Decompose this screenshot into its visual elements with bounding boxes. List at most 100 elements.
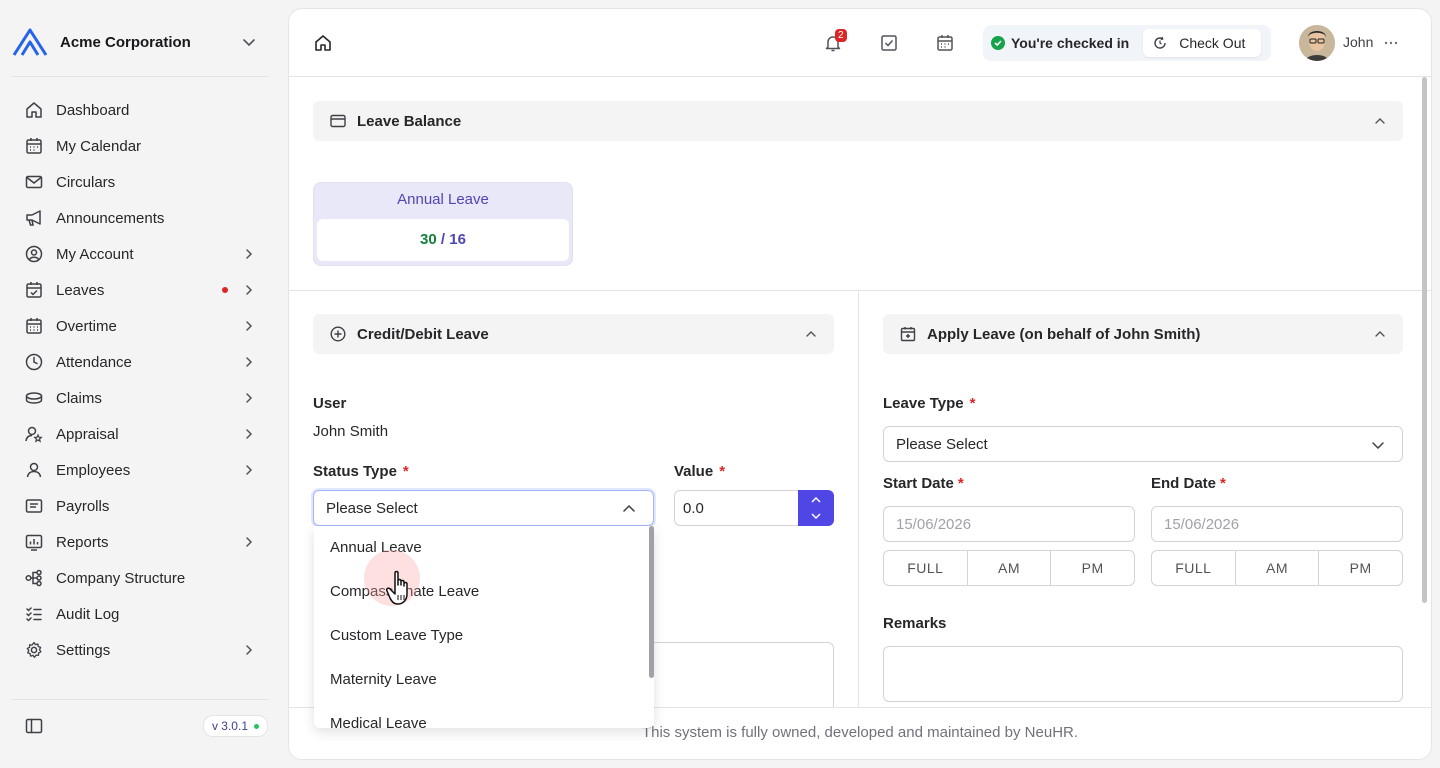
mail-icon [24, 172, 44, 192]
dropdown-option[interactable]: Maternity Leave [314, 658, 654, 702]
main-scrollbar[interactable] [1422, 77, 1427, 603]
sidebar-footer: v 3.0.1 [14, 708, 268, 744]
end-date-input[interactable]: 15/06/2026 [1151, 506, 1403, 542]
apply-leave-header[interactable]: Apply Leave (on behalf of John Smith) [883, 314, 1403, 354]
sidebar-item-announcements[interactable]: Announcements [14, 200, 268, 236]
leave-card-title: Annual Leave [397, 191, 489, 208]
calendar-clock-icon [24, 316, 44, 336]
credit-debit-header[interactable]: Credit/Debit Leave [313, 314, 834, 354]
start-full-option[interactable]: FULL [884, 551, 968, 585]
sidebar-item-circulars[interactable]: Circulars [14, 164, 268, 200]
chevron-up-icon [1375, 331, 1385, 337]
sidebar-item-label: Circulars [56, 173, 116, 191]
checkin-status-text: You're checked in [1011, 35, 1130, 51]
user-star-icon [24, 424, 44, 444]
leave-used: 30 [420, 231, 437, 248]
remarks-textarea[interactable] [883, 646, 1403, 702]
sidebar-nav: Dashboard My Calendar Circulars Announce… [14, 92, 268, 668]
leave-type-value: Please Select [896, 435, 988, 453]
sidebar-item-label: Overtime [56, 317, 117, 335]
sidebar-item-company-structure[interactable]: Company Structure [14, 560, 268, 596]
start-day-part-toggle: FULL AM PM [883, 550, 1135, 586]
megaphone-icon [24, 208, 44, 228]
wallet-icon [330, 114, 346, 128]
home-icon [24, 100, 44, 120]
chevron-right-icon [246, 249, 253, 259]
sidebar-toggle-icon[interactable] [24, 716, 44, 736]
chevron-down-icon [1372, 442, 1384, 450]
refresh-clock-icon [1154, 36, 1166, 49]
calendar-icon [24, 136, 44, 156]
sidebar: Acme Corporation Dashboard My Calendar C… [0, 0, 280, 768]
sidebar-item-label: Reports [56, 533, 109, 551]
sidebar-item-label: My Account [56, 245, 134, 263]
start-pm-option[interactable]: PM [1051, 551, 1134, 585]
sidebar-item-dashboard[interactable]: Dashboard [14, 92, 268, 128]
leave-type-label-text: Leave Type [883, 395, 964, 412]
required-mark: * [969, 395, 976, 412]
end-am-option[interactable]: AM [1236, 551, 1320, 585]
main-content: 2 You're checked in Check Out John Leave… [288, 8, 1432, 760]
dropdown-option[interactable]: Custom Leave Type [314, 614, 654, 658]
value-input[interactable]: 0.0 [674, 490, 800, 526]
start-date-input[interactable]: 15/06/2026 [883, 506, 1135, 542]
start-am-option[interactable]: AM [968, 551, 1052, 585]
value-stepper[interactable] [798, 490, 834, 526]
leave-balance-header[interactable]: Leave Balance [313, 101, 1403, 141]
home-icon[interactable] [313, 33, 333, 53]
status-type-dropdown: Annual Leave Compassionate Leave Custom … [314, 526, 654, 728]
more-options-icon[interactable] [1381, 33, 1401, 53]
sidebar-item-audit-log[interactable]: Audit Log [14, 596, 268, 632]
sidebar-item-overtime[interactable]: Overtime [14, 308, 268, 344]
sidebar-item-label: Payrolls [56, 497, 110, 515]
sidebar-item-reports[interactable]: Reports [14, 524, 268, 560]
chevron-up-icon [623, 504, 635, 512]
start-date-label: Start Date * [883, 475, 964, 492]
sidebar-item-appraisal[interactable]: Appraisal [14, 416, 268, 452]
status-type-select[interactable]: Please Select [313, 490, 654, 526]
sidebar-item-label: Employees [56, 461, 131, 479]
leave-balance-title: Leave Balance [357, 112, 462, 130]
chevron-down-icon[interactable] [240, 33, 258, 51]
user-avatar-icon [1299, 25, 1335, 61]
coins-icon [24, 388, 44, 408]
check-out-button[interactable]: Check Out [1143, 29, 1262, 57]
sidebar-item-employees[interactable]: Employees [14, 452, 268, 488]
leave-separator: / [436, 231, 450, 248]
plus-circle-icon [330, 326, 346, 342]
dropdown-option[interactable]: Medical Leave [314, 702, 654, 728]
status-dot [254, 723, 259, 729]
leave-type-select[interactable]: Please Select [883, 426, 1403, 462]
dropdown-scrollbar[interactable] [649, 526, 654, 678]
sidebar-item-claims[interactable]: Claims [14, 380, 268, 416]
org-switcher[interactable]: Acme Corporation [12, 24, 268, 60]
chevron-up-icon [1375, 118, 1385, 124]
required-mark: * [402, 463, 409, 480]
sidebar-item-attendance[interactable]: Attendance [14, 344, 268, 380]
sidebar-item-payrolls[interactable]: Payrolls [14, 488, 268, 524]
sidebar-item-label: Claims [56, 389, 102, 407]
sidebar-item-label: Settings [56, 641, 111, 659]
chevron-right-icon [246, 321, 253, 331]
sidebar-item-settings[interactable]: Settings [14, 632, 268, 668]
chevron-right-icon [246, 285, 253, 295]
check-circle-icon [991, 36, 1005, 50]
sidebar-item-my-calendar[interactable]: My Calendar [14, 128, 268, 164]
dropdown-option[interactable]: Annual Leave [314, 526, 654, 570]
value-label: Value * [674, 463, 725, 480]
sidebar-item-leaves[interactable]: Leaves [14, 272, 268, 308]
calendar-icon[interactable] [935, 33, 955, 53]
annual-leave-card: Annual Leave 30 / 16 [313, 182, 573, 266]
task-check-icon[interactable] [879, 33, 899, 53]
sidebar-item-label: Appraisal [56, 425, 119, 443]
avatar[interactable] [1299, 25, 1335, 61]
user-name[interactable]: John [1343, 34, 1373, 50]
end-day-part-toggle: FULL AM PM [1151, 550, 1403, 586]
chevron-right-icon [246, 357, 253, 367]
end-full-option[interactable]: FULL [1152, 551, 1236, 585]
chevron-right-icon [246, 393, 253, 403]
sidebar-item-my-account[interactable]: My Account [14, 236, 268, 272]
end-pm-option[interactable]: PM [1319, 551, 1402, 585]
credit-debit-title: Credit/Debit Leave [357, 325, 489, 343]
hand-cursor-icon [386, 570, 408, 605]
